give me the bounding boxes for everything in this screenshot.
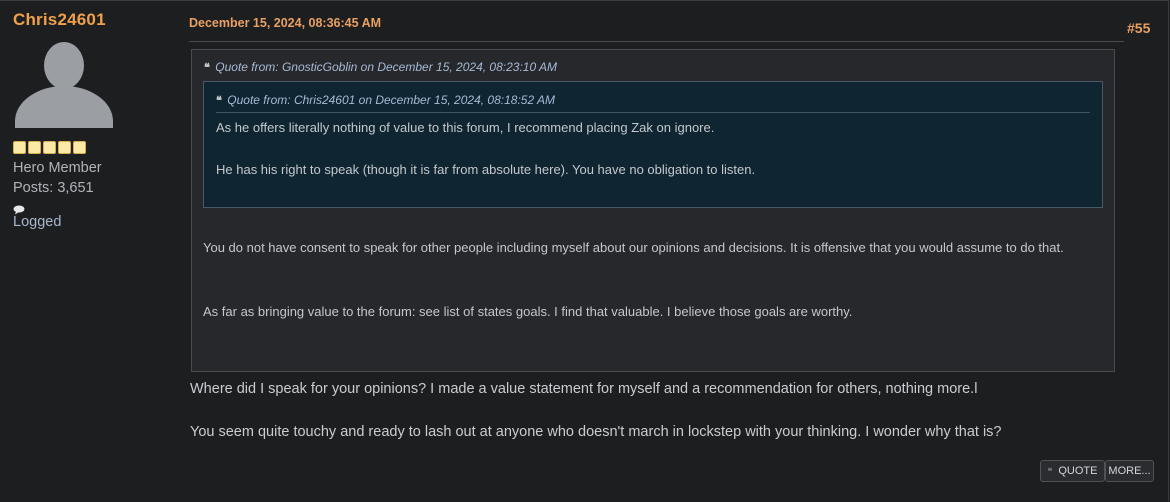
star-icon [73,141,86,154]
reply-paragraph: Where did I speak for your opinions? I m… [190,381,978,397]
member-group: Hero Member [13,160,102,176]
more-button[interactable]: MORE... [1105,460,1154,482]
quote-header[interactable]: ❝ Quote from: Chris24601 on December 15,… [216,93,555,107]
quote-mark-icon: ❝ [216,95,222,107]
quote-button[interactable]: ❝ QUOTE [1040,460,1105,482]
post-date[interactable]: December 15, 2024, 08:36:45 AM [189,16,381,30]
quote-paragraph: As he offers literally nothing of value … [216,120,715,135]
quote-mark-icon: ❝ [204,62,210,74]
star-icon [13,141,26,154]
logged-link[interactable]: Logged [13,214,173,230]
star-icon [28,141,41,154]
reply-paragraph: You seem quite touchy and ready to lash … [190,424,1002,440]
quote-mark-icon: ❝ [1047,465,1053,476]
poster-username[interactable]: Chris24601 [13,10,173,30]
post-number[interactable]: #55 [1127,20,1150,36]
chat-bubble-icon[interactable] [13,200,26,215]
poster-info: Chris24601 Hero Member Posts: 3,651 Logg… [13,10,173,230]
star-icon [43,141,56,154]
post-count: Posts: 3,651 [13,180,94,196]
avatar [13,42,113,128]
quote-paragraph: As far as bringing value to the forum: s… [203,304,853,319]
header-divider [189,41,1124,42]
star-icon [58,141,71,154]
quote-divider [216,112,1090,113]
rank-stars [13,141,173,154]
quote-header[interactable]: ❝ Quote from: GnosticGoblin on December … [204,60,557,74]
quote-button-label: QUOTE [1058,465,1098,477]
quote-header-text[interactable]: Quote from: Chris24601 on December 15, 2… [227,93,555,107]
avatar-head [44,42,84,89]
quote-header-text[interactable]: Quote from: GnosticGoblin on December 15… [215,60,557,74]
quote-inner: ❝ Quote from: Chris24601 on December 15,… [203,81,1103,208]
more-button-label: MORE... [1108,465,1151,477]
quote-paragraph: You do not have consent to speak for oth… [203,240,1064,255]
quote-paragraph: He has his right to speak (though it is … [216,162,756,177]
quote-outer: ❝ Quote from: GnosticGoblin on December … [191,49,1115,372]
avatar-body [15,86,113,128]
